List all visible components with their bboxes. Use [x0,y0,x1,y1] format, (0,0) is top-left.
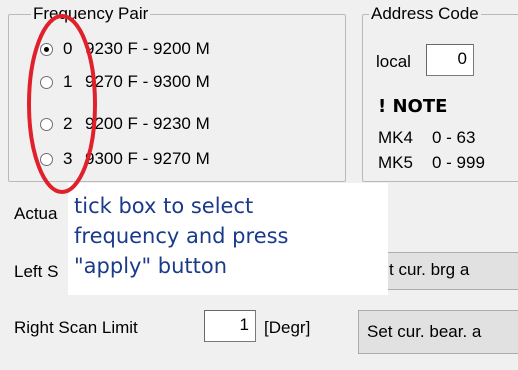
set-right-scan-button[interactable]: Set cur. bear. a [358,310,518,354]
radio-label: 9230 F - 9200 M [85,39,210,58]
note-model-mk4: MK4 [378,128,413,147]
note-range-mk4: 0 - 63 [432,128,476,147]
local-address-field[interactable]: 0 [426,44,474,76]
note-model-mk5: MK5 [378,153,413,172]
address-code-legend: Address Code [369,4,481,23]
annotation-line-2: frequency and press [74,224,289,248]
note-title: ! NOTE [378,96,448,117]
radio-index: 2 [63,114,73,133]
annotation-box: tick box to select frequency and press "… [68,183,388,295]
actual-label: Actua [14,204,58,223]
local-label: local [376,52,411,71]
note-range-mk5: 0 - 999 [432,153,485,172]
frequency-pair-legend: Frequency Pair [31,4,151,23]
frequency-option-0[interactable]: 0 9230 F - 9200 M [40,34,210,64]
radio-button-3[interactable] [40,152,53,166]
frequency-option-1[interactable]: 1 9270 F - 9300 M [40,67,210,97]
radio-label: 9270 F - 9300 M [85,72,210,91]
radio-button-2[interactable] [40,117,53,131]
left-scan-limit-label: Left S [14,262,59,281]
radio-button-1[interactable] [40,75,53,89]
frequency-option-2[interactable]: 2 9200 F - 9230 M [40,109,210,139]
set-left-scan-button[interactable]: t cur. brg a [380,252,518,290]
radio-label: 9300 F - 9270 M [85,149,210,168]
radio-button-0[interactable] [40,42,53,56]
radio-label: 9200 F - 9230 M [85,114,210,133]
annotation-line-3: "apply" button [74,254,228,278]
radio-index: 1 [63,72,73,91]
right-scan-unit: [Degr] [264,318,311,337]
right-scan-limit-label: Right Scan Limit [14,318,138,337]
right-scan-limit-field[interactable]: 1 [204,310,256,342]
radio-index: 3 [63,149,73,168]
radio-index: 0 [63,39,73,58]
frequency-option-3[interactable]: 3 9300 F - 9270 M [40,144,210,174]
annotation-line-1: tick box to select [74,194,254,218]
